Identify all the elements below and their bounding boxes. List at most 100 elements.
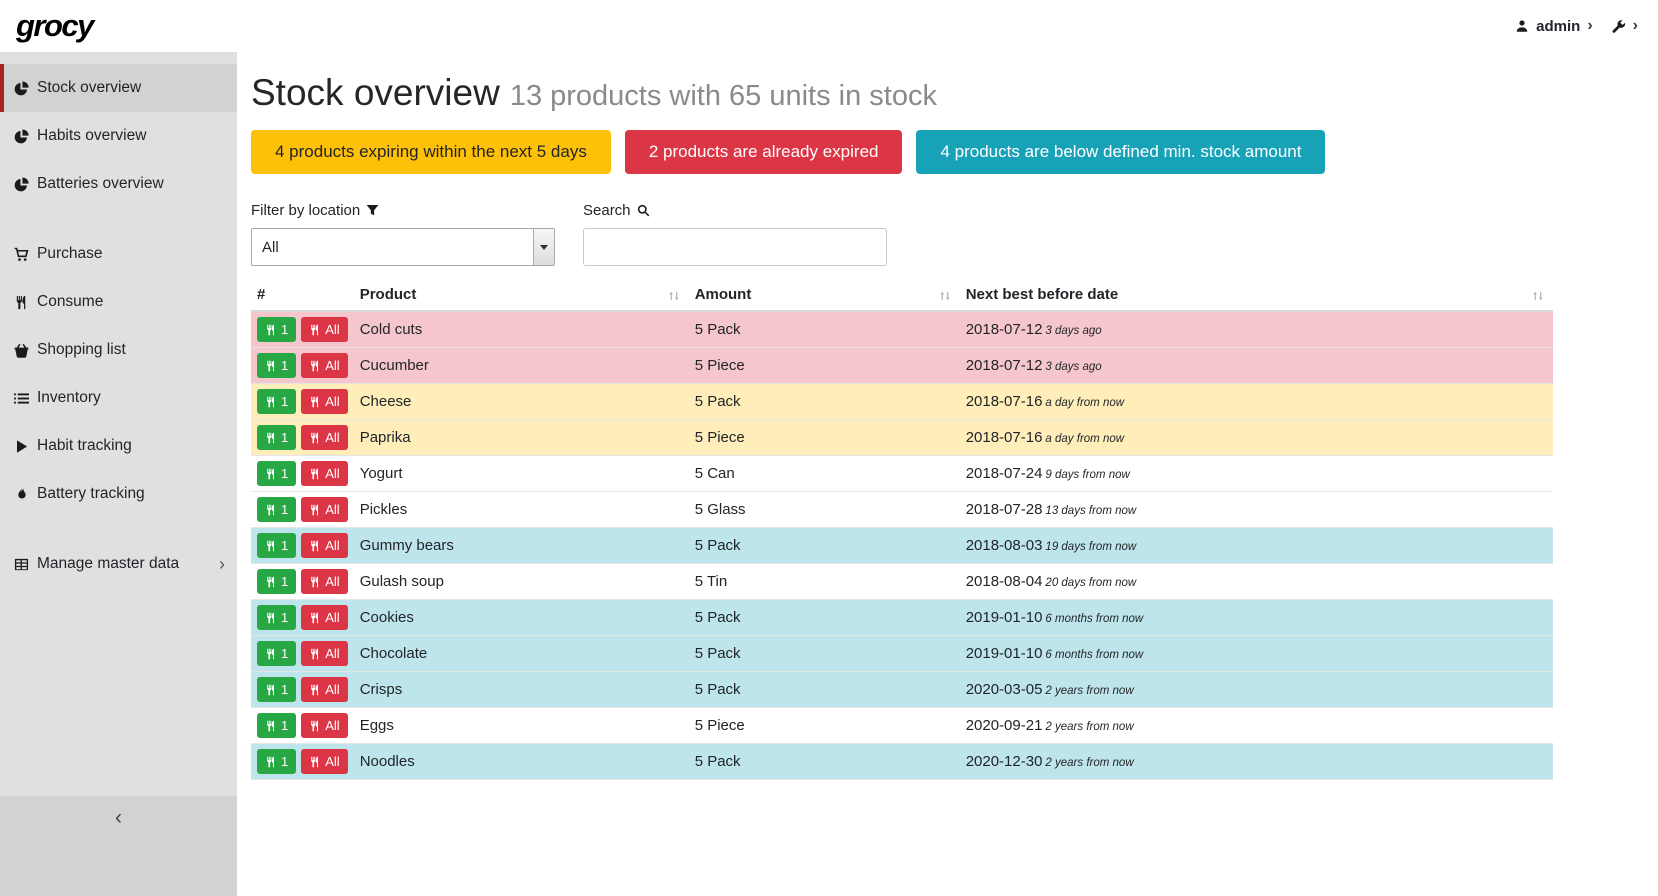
header-actions: admin › › (1515, 17, 1638, 35)
sidebar-item-manage-master-data[interactable]: Manage master data › (0, 540, 237, 588)
consume-all-button[interactable]: All (301, 353, 347, 378)
consume-all-button[interactable]: All (301, 425, 347, 450)
column-header-amount[interactable]: Amount (689, 282, 960, 311)
product-amount: 5 Piece (695, 429, 745, 446)
utensils-icon (265, 612, 277, 624)
utensils-icon (309, 756, 321, 768)
table-row: 1 All Eggs 5 Piece 2020-09-212 years fro… (251, 708, 1553, 744)
consume-one-button[interactable]: 1 (257, 353, 296, 378)
page-title: Stock overview13 products with 65 units … (251, 72, 1553, 114)
consume-one-button[interactable]: 1 (257, 497, 296, 522)
best-before-note: 19 days from now (1045, 541, 1136, 553)
consume-all-button[interactable]: All (301, 533, 347, 558)
consume-all-button[interactable]: All (301, 461, 347, 486)
utensils-icon (265, 756, 277, 768)
best-before-date: 2018-07-16 (966, 429, 1043, 446)
best-before-note: a day from now (1045, 433, 1124, 445)
sidebar-item-purchase[interactable]: Purchase (0, 230, 237, 278)
location-filter-select[interactable]: All (251, 228, 555, 266)
stock-table: # Product Amount Next best before date 1… (251, 282, 1553, 780)
sidebar-item-shopping-list[interactable]: Shopping list (0, 326, 237, 374)
product-name: Eggs (360, 717, 394, 734)
consume-one-button[interactable]: 1 (257, 641, 296, 666)
consume-all-button[interactable]: All (301, 713, 347, 738)
consume-all-button[interactable]: All (301, 641, 347, 666)
product-amount: 5 Piece (695, 357, 745, 374)
best-before-date: 2020-09-21 (966, 717, 1043, 734)
consume-one-button[interactable]: 1 (257, 749, 296, 774)
sidebar-item-inventory[interactable]: Inventory (0, 374, 237, 422)
chevron-right-icon: › (219, 555, 225, 573)
search-icon (637, 204, 650, 217)
sidebar-collapse-button[interactable]: ‹ (0, 796, 237, 896)
alert-expiring-button[interactable]: 4 products expiring within the next 5 da… (251, 130, 611, 174)
column-header-index[interactable]: # (251, 282, 354, 311)
utensils-icon (309, 684, 321, 696)
consume-all-button[interactable]: All (301, 749, 347, 774)
settings-menu[interactable]: › (1611, 17, 1638, 35)
product-amount: 5 Pack (695, 681, 741, 698)
consume-one-button[interactable]: 1 (257, 677, 296, 702)
page-subtitle: 13 products with 65 units in stock (510, 80, 937, 112)
best-before-date: 2018-07-12 (966, 357, 1043, 374)
chevron-left-icon: ‹ (115, 806, 122, 830)
consume-all-button[interactable]: All (301, 497, 347, 522)
column-header-product[interactable]: Product (354, 282, 689, 311)
consume-all-button[interactable]: All (301, 317, 347, 342)
sidebar-item-consume[interactable]: Consume (0, 278, 237, 326)
product-name: Cold cuts (360, 321, 423, 338)
consume-one-label: 1 (281, 682, 288, 697)
sidebar-item-habit-tracking[interactable]: Habit tracking (0, 422, 237, 470)
alert-expired-button[interactable]: 2 products are already expired (625, 130, 903, 174)
sidebar-item-battery-tracking[interactable]: Battery tracking (0, 470, 237, 518)
best-before-date: 2018-07-12 (966, 321, 1043, 338)
consume-one-button[interactable]: 1 (257, 425, 296, 450)
consume-all-button[interactable]: All (301, 677, 347, 702)
best-before-date: 2019-01-10 (966, 609, 1043, 626)
search-input[interactable] (583, 228, 887, 266)
consume-all-button[interactable]: All (301, 569, 347, 594)
product-name: Yogurt (360, 465, 403, 482)
sidebar-item-stock-overview[interactable]: Stock overview (0, 64, 237, 112)
consume-all-label: All (325, 682, 339, 697)
best-before-date: 2018-07-24 (966, 465, 1043, 482)
consume-all-label: All (325, 610, 339, 625)
consume-one-button[interactable]: 1 (257, 461, 296, 486)
consume-one-button[interactable]: 1 (257, 605, 296, 630)
product-name: Noodles (360, 753, 415, 770)
consume-one-label: 1 (281, 610, 288, 625)
consume-one-button[interactable]: 1 (257, 569, 296, 594)
consume-one-label: 1 (281, 430, 288, 445)
product-amount: 5 Tin (695, 573, 728, 590)
product-name: Paprika (360, 429, 411, 446)
column-header-date[interactable]: Next best before date (960, 282, 1553, 311)
product-name: Cookies (360, 609, 414, 626)
consume-one-button[interactable]: 1 (257, 317, 296, 342)
consume-one-button[interactable]: 1 (257, 389, 296, 414)
alert-below-min-button[interactable]: 4 products are below defined min. stock … (916, 130, 1325, 174)
utensils-icon (265, 504, 277, 516)
consume-all-label: All (325, 538, 339, 553)
consume-one-button[interactable]: 1 (257, 713, 296, 738)
user-menu[interactable]: admin › (1515, 17, 1593, 35)
consume-all-button[interactable]: All (301, 605, 347, 630)
product-amount: 5 Pack (695, 321, 741, 338)
utensils-icon (309, 648, 321, 660)
table-row: 1 All Cheese 5 Pack 2018-07-16a day from… (251, 384, 1553, 420)
app-logo[interactable]: grocy (16, 8, 93, 44)
play-icon (14, 439, 31, 454)
best-before-note: 20 days from now (1045, 577, 1136, 589)
utensils-icon (265, 324, 277, 336)
product-amount: 5 Piece (695, 717, 745, 734)
utensils-icon (265, 396, 277, 408)
consume-one-label: 1 (281, 322, 288, 337)
sidebar-item-label: Habits overview (37, 127, 146, 145)
sidebar-item-habits-overview[interactable]: Habits overview (0, 112, 237, 160)
sidebar-item-batteries-overview[interactable]: Batteries overview (0, 160, 237, 208)
table-row: 1 All Gummy bears 5 Pack 2018-08-0319 da… (251, 528, 1553, 564)
consume-one-button[interactable]: 1 (257, 533, 296, 558)
list-icon (14, 391, 31, 406)
utensils-icon (309, 360, 321, 372)
consume-all-button[interactable]: All (301, 389, 347, 414)
best-before-note: 3 days ago (1045, 325, 1101, 337)
